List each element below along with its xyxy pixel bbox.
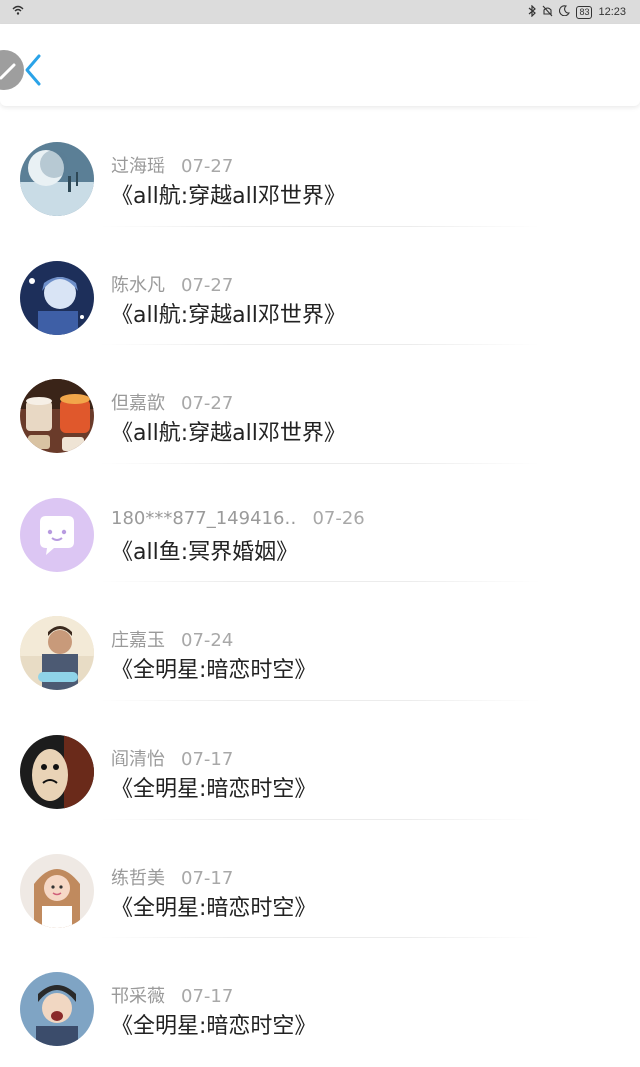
edit-icon[interactable]	[0, 50, 24, 90]
book-title[interactable]: 《全明星:暗恋时空》	[111, 652, 316, 684]
commenter-name: 180***877_149416‥	[111, 507, 297, 529]
wifi-icon	[12, 5, 24, 18]
commenter-name: 邗采薇	[111, 986, 165, 1008]
avatar[interactable]	[20, 260, 94, 335]
comment-date: 07-17	[181, 748, 234, 770]
avatar[interactable]	[20, 616, 94, 691]
battery-indicator: 83	[576, 5, 593, 19]
book-title[interactable]: 《全明星:暗恋时空》	[111, 1008, 316, 1040]
avatar[interactable]	[20, 972, 94, 1047]
list-item[interactable]: 邗采薇 07-17 《全明星:暗恋时空》	[0, 938, 640, 1057]
book-title[interactable]: 《全明星:暗恋时空》	[111, 771, 316, 803]
book-title[interactable]: 《全明星:暗恋时空》	[111, 890, 316, 922]
moon-icon	[559, 5, 571, 19]
back-arrow-icon[interactable]	[22, 52, 46, 88]
list-item[interactable]: 庄嘉玉 07-24 《全明星:暗恋时空》	[0, 582, 640, 701]
commenter-name: 陈水凡	[111, 274, 165, 296]
commenter-name: 过海瑶	[111, 156, 165, 177]
top-bar	[0, 24, 640, 106]
commenter-name: 但嘉歆	[111, 393, 165, 415]
commenter-name: 练哲美	[111, 867, 165, 889]
list-item[interactable]: 但嘉歆 07-27 《all航:穿越all邓世界》	[0, 345, 640, 464]
comment-date: 07-27	[181, 156, 234, 177]
comment-date: 07-26	[312, 507, 365, 529]
book-title[interactable]: 《all航:穿越all邓世界》	[111, 297, 346, 329]
book-title[interactable]: 《all航:穿越all邓世界》	[111, 178, 346, 210]
bluetooth-icon	[528, 4, 537, 20]
status-bar: 83 12:23	[0, 0, 640, 24]
book-title[interactable]: 《all航:穿越all邓世界》	[111, 415, 346, 447]
avatar[interactable]	[20, 379, 94, 454]
list-item[interactable]: 阎清怡 07-17 《全明星:暗恋时空》	[0, 701, 640, 820]
list-item[interactable]: 陈水凡 07-27 《all航:穿越all邓世界》	[0, 227, 640, 346]
comment-date: 07-17	[181, 986, 234, 1008]
avatar[interactable]	[20, 142, 94, 216]
comment-date: 07-24	[181, 630, 234, 652]
avatar[interactable]	[20, 853, 94, 928]
commenter-name: 庄嘉玉	[111, 630, 165, 652]
list-item[interactable]: 练哲美 07-17 《全明星:暗恋时空》	[0, 820, 640, 939]
commenter-name: 阎清怡	[111, 748, 165, 770]
mute-icon	[542, 5, 553, 20]
book-title[interactable]: 《all鱼:冥界婚姻》	[111, 534, 298, 566]
comment-date: 07-27	[181, 274, 234, 296]
list-item[interactable]: 180***877_149416‥ 07-26 《all鱼:冥界婚姻》	[0, 464, 640, 583]
avatar[interactable]	[20, 497, 94, 572]
list-item[interactable]: 过海瑶 07-27 《all航:穿越all邓世界》	[0, 108, 640, 227]
avatar[interactable]	[20, 734, 94, 809]
comment-list: 过海瑶 07-27 《all航:穿越all邓世界》 陈水凡 07-27 《all航:…	[0, 108, 640, 1057]
clock: 12:23	[598, 6, 626, 18]
comment-date: 07-27	[181, 393, 234, 415]
comment-date: 07-17	[181, 867, 234, 889]
